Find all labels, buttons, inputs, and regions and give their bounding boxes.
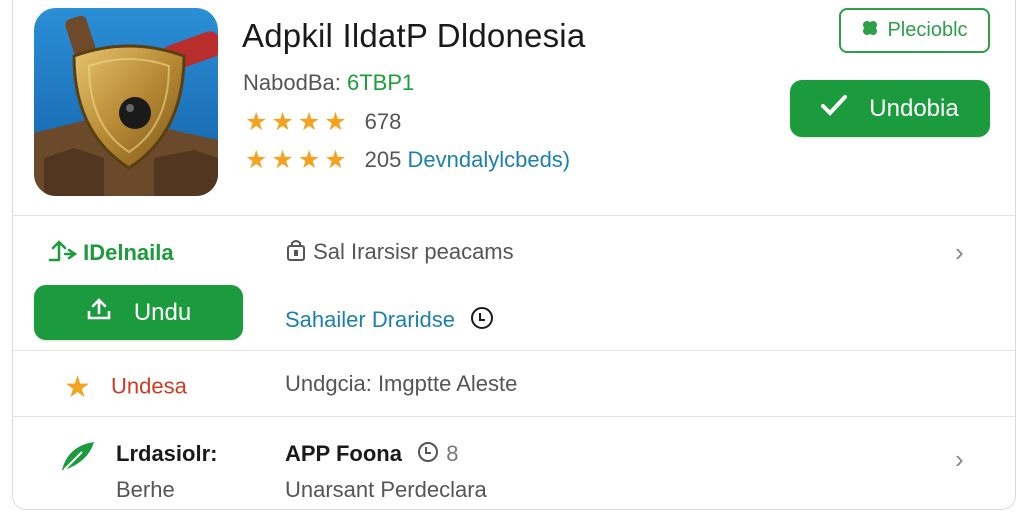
rating-row-1: ★★★★ 678 bbox=[245, 107, 401, 137]
chevron-right-icon[interactable]: › bbox=[955, 444, 964, 475]
app-title: Adpkil IldatP Dldonesia bbox=[242, 17, 586, 54]
app-detail-page: Adpkil IldatP Dldonesia NabodBa: 6TBP1 ★… bbox=[0, 0, 1024, 512]
last-row-icon-wrap bbox=[60, 440, 96, 478]
leaf-icon bbox=[60, 440, 96, 478]
details-row[interactable]: IDelnaila bbox=[47, 238, 174, 270]
review-count-number: 205 bbox=[364, 147, 402, 172]
rating-row-2: ★★★★ 205 Devndalylcbeds) bbox=[245, 145, 570, 175]
divider bbox=[12, 416, 1016, 417]
developer-row: NabodBa: 6TBP1 bbox=[243, 70, 414, 96]
check-icon bbox=[821, 94, 848, 123]
download-button[interactable]: Undu bbox=[34, 285, 243, 340]
last-row-label: Lrdasiolr: bbox=[116, 441, 218, 466]
outline-action-button[interactable]: Plecioblc bbox=[839, 8, 990, 53]
divider bbox=[12, 350, 1016, 351]
last-row-sub: Berhe bbox=[116, 477, 175, 502]
permissions-label: Sal Irarsisr peacams bbox=[313, 238, 514, 264]
star-rating-icon: ★★★★ bbox=[245, 108, 351, 136]
link-row[interactable]: Sahailer Draridse bbox=[285, 305, 495, 337]
star-rating-icon: ★★★★ bbox=[245, 146, 351, 174]
app-info-label: APP Foona bbox=[285, 440, 402, 466]
download-icon bbox=[86, 297, 112, 328]
app-info-row[interactable]: APP Foona 8 bbox=[285, 440, 458, 470]
clock-icon bbox=[416, 440, 440, 470]
app-info-number: 8 bbox=[446, 440, 459, 466]
primary-install-button[interactable]: Undobia bbox=[790, 80, 990, 137]
star-icon: ★ bbox=[64, 371, 91, 404]
details-label: IDelnaila bbox=[83, 239, 174, 265]
clover-icon bbox=[861, 19, 879, 43]
link-label: Sahailer Draridse bbox=[285, 306, 455, 332]
download-label: Undu bbox=[133, 298, 192, 326]
rating-value: 678 bbox=[364, 109, 402, 134]
rate-description: Undgcia: Imgptte Aleste bbox=[285, 371, 518, 396]
divider bbox=[12, 215, 1016, 216]
route-icon bbox=[47, 238, 78, 270]
developer-code[interactable]: 6TBP1 bbox=[347, 70, 414, 95]
review-count: 205 Devndalylcbeds) bbox=[365, 147, 570, 173]
clock-icon bbox=[469, 305, 495, 337]
permissions-row[interactable]: Sal Irarsisr peacams bbox=[285, 238, 514, 268]
outline-action-label: Plecioblc bbox=[887, 19, 968, 41]
lock-icon bbox=[285, 238, 307, 268]
app-icon bbox=[34, 8, 218, 196]
chevron-right-icon[interactable]: › bbox=[955, 237, 964, 268]
rate-label: Undesa bbox=[111, 373, 187, 399]
rate-row[interactable]: ★ Undesa bbox=[64, 370, 187, 405]
review-link[interactable]: Devndalylcbeds) bbox=[408, 147, 571, 172]
app-info-sub: Unarsant Perdeclara bbox=[285, 477, 487, 502]
primary-install-label: Undobia bbox=[869, 94, 959, 122]
developer-label: NabodBa: bbox=[243, 70, 341, 95]
